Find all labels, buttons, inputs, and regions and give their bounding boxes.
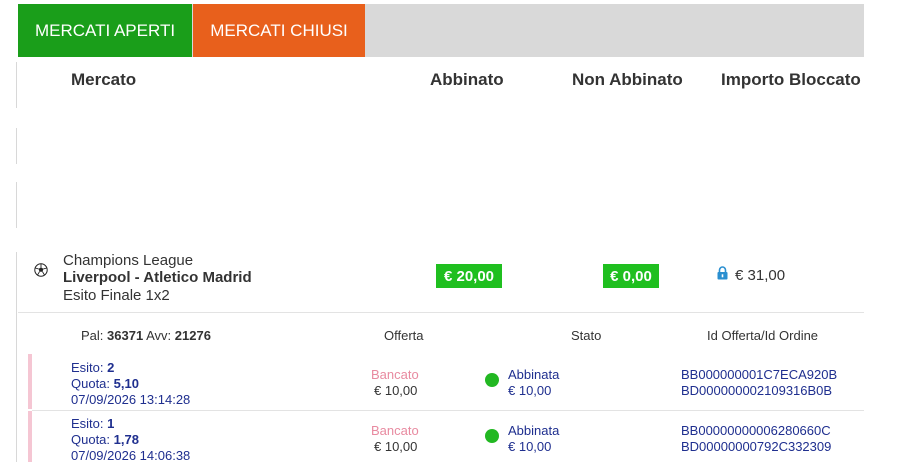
left-border bbox=[16, 182, 17, 228]
left-border bbox=[16, 62, 17, 108]
column-header-market: Mercato bbox=[71, 70, 137, 89]
bet-type-indicator bbox=[28, 411, 32, 462]
column-header-matched: Abbinato bbox=[430, 70, 504, 89]
bet-esito: Esito: 1 bbox=[71, 416, 115, 431]
bet-offer-amount: € 10,00 bbox=[374, 383, 418, 398]
status-matched-icon bbox=[485, 429, 499, 443]
bet-quota: Quota: 1,78 bbox=[71, 432, 139, 447]
bet-datetime: 07/09/2026 14:06:38 bbox=[71, 448, 191, 463]
unmatched-amount-badge: € 0,00 bbox=[603, 264, 659, 288]
tab-open-markets[interactable]: MERCATI APERTI bbox=[18, 4, 192, 57]
tab-closed-markets[interactable]: MERCATI CHIUSI bbox=[193, 4, 365, 57]
lock-icon bbox=[717, 266, 728, 280]
divider bbox=[32, 410, 864, 411]
market-event[interactable]: Liverpool - Atletico Madrid bbox=[63, 269, 252, 286]
subheader-status: Stato bbox=[571, 328, 602, 343]
subheader-offer: Offerta bbox=[384, 328, 424, 343]
left-border bbox=[16, 252, 17, 462]
bet-status-amount: € 10,00 bbox=[508, 383, 552, 398]
matched-amount-badge: € 20,00 bbox=[436, 264, 502, 288]
column-header-unmatched: Non Abbinato bbox=[572, 70, 683, 89]
bet-type-indicator bbox=[28, 354, 32, 409]
bet-status: Abbinata bbox=[508, 367, 560, 382]
pal-count: 36371 bbox=[107, 328, 144, 343]
bet-quota: Quota: 5,10 bbox=[71, 376, 139, 391]
bet-order-id[interactable]: BD00000000792C332309 bbox=[681, 439, 831, 454]
bet-offer-type: Bancato bbox=[371, 423, 419, 438]
pal-avv-counts: Pal: 36371 Avv: 21276 bbox=[81, 328, 211, 343]
bet-esito: Esito: 2 bbox=[71, 360, 115, 375]
bet-offer-id[interactable]: BB00000000006280660C bbox=[681, 423, 831, 438]
left-border bbox=[16, 128, 17, 164]
column-header-blocked: Importo Bloccato bbox=[721, 70, 861, 89]
bet-status-amount: € 10,00 bbox=[508, 439, 552, 454]
avv-count: 21276 bbox=[174, 328, 211, 343]
bet-status: Abbinata bbox=[508, 423, 560, 438]
bet-offer-amount: € 10,00 bbox=[374, 439, 418, 454]
bet-datetime: 07/09/2026 13:14:28 bbox=[71, 392, 191, 407]
bet-order-id[interactable]: BD000000002109316B0B bbox=[681, 383, 832, 398]
divider bbox=[18, 312, 864, 313]
soccer-ball-icon bbox=[34, 263, 48, 277]
blocked-amount: € 31,00 bbox=[735, 267, 786, 284]
market-name: Esito Finale 1x2 bbox=[63, 287, 170, 304]
market-competition: Champions League bbox=[63, 252, 194, 269]
bet-offer-id[interactable]: BB000000001C7ECA920B bbox=[681, 367, 837, 382]
bet-offer-type: Bancato bbox=[371, 367, 419, 382]
status-matched-icon bbox=[485, 373, 499, 387]
subheader-ids: Id Offerta/Id Ordine bbox=[707, 328, 819, 343]
